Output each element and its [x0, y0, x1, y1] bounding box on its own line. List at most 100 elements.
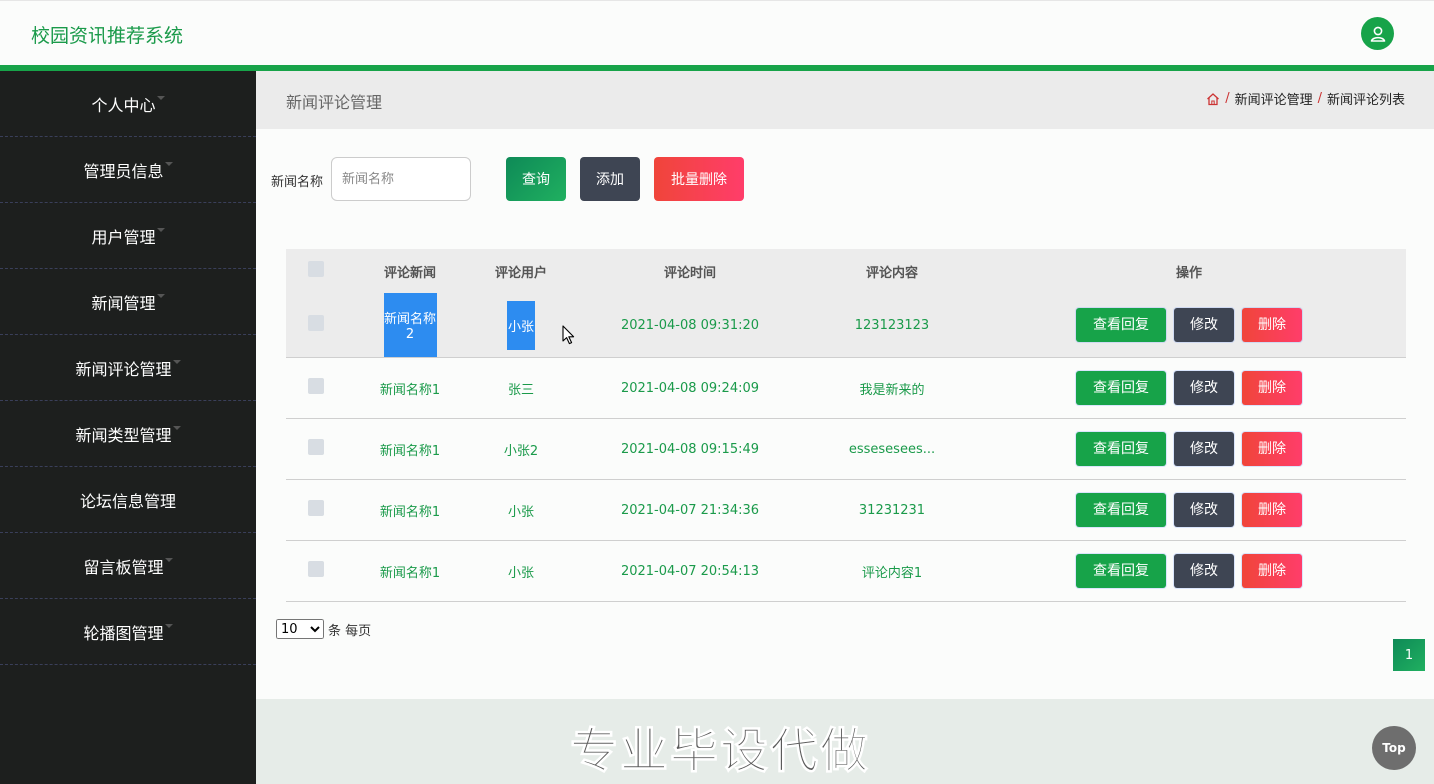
breadcrumb-separator: /: [1225, 91, 1230, 106]
scroll-top-button[interactable]: Top: [1372, 726, 1416, 770]
mouse-cursor-icon: [562, 325, 575, 345]
search-label: 新闻名称: [271, 175, 324, 190]
view-reply-button[interactable]: 查看回复: [1076, 493, 1166, 527]
user-avatar[interactable]: [1361, 17, 1394, 50]
table-row: 新闻名称1 小张 2021-04-07 21:34:36 31231231 查看…: [286, 480, 1406, 541]
table-row: 新闻名称1 小张 2021-04-07 20:54:13 评论内容1 查看回复修…: [286, 541, 1406, 602]
sidebar-item-label: 新闻类型管理: [75, 425, 172, 445]
sidebar-item-label: 新闻管理: [91, 293, 156, 313]
row-checkbox[interactable]: [308, 439, 324, 455]
home-icon[interactable]: [1206, 92, 1220, 106]
comment-table: 评论新闻 评论用户 评论时间 评论内容 操作 新闻名称2 小张 2021-04-…: [286, 249, 1406, 602]
sidebar-item-label: 管理员信息: [83, 161, 164, 181]
column-header-actions: 操作: [1175, 265, 1202, 281]
row-checkbox[interactable]: [308, 378, 324, 394]
breadcrumb-item-news-comment-management[interactable]: 新闻评论管理: [1235, 89, 1313, 108]
view-reply-button[interactable]: 查看回复: [1076, 371, 1166, 405]
edit-button[interactable]: 修改: [1174, 432, 1234, 466]
user-icon: [1370, 26, 1385, 42]
cell-comment-content: 123123123: [854, 317, 930, 333]
query-button[interactable]: 查询: [506, 157, 566, 201]
row-checkbox[interactable]: [308, 315, 324, 331]
edit-button[interactable]: 修改: [1174, 554, 1234, 588]
view-reply-button[interactable]: 查看回复: [1076, 432, 1166, 466]
column-header-comment-content: 评论内容: [865, 265, 918, 281]
sidebar-item-label: 新闻评论管理: [75, 359, 172, 379]
view-reply-button[interactable]: 查看回复: [1076, 308, 1166, 342]
row-checkbox[interactable]: [308, 561, 324, 577]
column-header-comment-news: 评论新闻: [383, 265, 436, 281]
page-title: 新闻评论管理: [286, 93, 383, 112]
breadcrumb-separator: /: [1317, 91, 1322, 106]
sidebar-item-news-comment-management[interactable]: 新闻评论管理: [0, 335, 256, 401]
cell-comment-news: 新闻名称1: [379, 443, 441, 459]
cell-comment-time: 2021-04-07 20:54:13: [620, 563, 760, 579]
cell-comment-news: 新闻名称1: [379, 565, 441, 581]
delete-button[interactable]: 删除: [1242, 308, 1302, 342]
sidebar-item-label: 个人中心: [91, 95, 156, 115]
view-reply-button[interactable]: 查看回复: [1076, 554, 1166, 588]
main-content: 新闻评论管理 / 新闻评论管理 / 新闻评论列表 新闻名称 查询 添加 批量删除…: [256, 71, 1434, 784]
cell-actions: 查看回复 修改 删除: [972, 293, 1406, 358]
sidebar-item-label: 留言板管理: [83, 557, 164, 577]
cell-actions: 查看回复 修改 删除: [972, 358, 1406, 419]
cell-comment-content: 我是新来的: [859, 382, 925, 398]
sidebar-item-label: 轮播图管理: [83, 623, 164, 643]
sidebar-item-message-board-management[interactable]: 留言板管理: [0, 533, 256, 599]
cell-comment-user: 小张: [507, 504, 534, 520]
cell-comment-time: 2021-04-08 09:31:20: [620, 317, 760, 333]
sidebar-item-admin-info[interactable]: 管理员信息: [0, 137, 256, 203]
cell-comment-time: 2021-04-08 09:15:49: [620, 441, 760, 457]
sidebar-item-news-management[interactable]: 新闻管理: [0, 269, 256, 335]
sidebar-item-label: 论坛信息管理: [79, 491, 176, 511]
delete-button[interactable]: 删除: [1242, 554, 1302, 588]
sidebar-item-user-management[interactable]: 用户管理: [0, 203, 256, 269]
table-row: 新闻名称1 小张2 2021-04-08 09:15:49 essesesees…: [286, 419, 1406, 480]
cell-comment-user: 小张: [507, 565, 534, 581]
column-header-comment-time: 评论时间: [663, 265, 716, 281]
table-row: 新闻名称1 张三 2021-04-08 09:24:09 我是新来的 查看回复修…: [286, 358, 1406, 419]
chevron-down-icon: [156, 95, 165, 100]
cell-comment-time: 2021-04-08 09:24:09: [620, 380, 760, 396]
breadcrumb-item-news-comment-list: 新闻评论列表: [1326, 93, 1405, 108]
cell-comment-user: 小张: [507, 300, 535, 350]
sidebar-item-forum-management[interactable]: 论坛信息管理: [0, 467, 256, 533]
delete-button[interactable]: 删除: [1242, 493, 1302, 527]
chevron-down-icon: [156, 293, 165, 298]
cell-comment-content: 31231231: [858, 502, 926, 518]
cell-actions: 查看回复 修改 删除: [972, 541, 1406, 602]
sidebar: 个人中心 管理员信息 用户管理 新闻管理 新闻评论管理 新闻类型管理 论坛信息管…: [0, 71, 256, 784]
page-size-select[interactable]: 10 20 50: [276, 619, 324, 639]
row-checkbox[interactable]: [308, 500, 324, 516]
delete-button[interactable]: 删除: [1242, 432, 1302, 466]
top-bar: 校园资讯推荐系统: [0, 0, 1434, 66]
cell-comment-news: 新闻名称1: [379, 382, 441, 398]
cell-comment-time: 2021-04-07 21:34:36: [620, 502, 760, 518]
page-button-current[interactable]: 1: [1393, 639, 1425, 671]
cell-comment-news: 新闻名称2: [383, 293, 437, 357]
column-header-comment-user: 评论用户: [494, 265, 547, 281]
edit-button[interactable]: 修改: [1174, 493, 1234, 527]
add-button[interactable]: 添加: [580, 157, 640, 201]
chevron-down-icon: [172, 425, 181, 430]
sidebar-item-personal-center[interactable]: 个人中心: [0, 71, 256, 137]
chevron-down-icon: [156, 227, 165, 232]
delete-button[interactable]: 删除: [1242, 371, 1302, 405]
sidebar-item-carousel-management[interactable]: 轮播图管理: [0, 599, 256, 665]
edit-button[interactable]: 修改: [1174, 371, 1234, 405]
batch-delete-button[interactable]: 批量删除: [654, 157, 744, 201]
app-title: 校园资讯推荐系统: [31, 25, 184, 47]
page-size-suffix: 条 每页: [328, 624, 372, 639]
cell-comment-content: 评论内容1: [861, 565, 923, 581]
cell-actions: 查看回复 修改 删除: [972, 480, 1406, 541]
select-all-checkbox[interactable]: [308, 261, 324, 277]
cell-comment-news: 新闻名称1: [379, 504, 441, 520]
page-header: 新闻评论管理 / 新闻评论管理 / 新闻评论列表: [256, 71, 1434, 129]
edit-button[interactable]: 修改: [1174, 308, 1234, 342]
sidebar-item-news-type-management[interactable]: 新闻类型管理: [0, 401, 256, 467]
chevron-down-icon: [172, 359, 181, 364]
table-header-row: 评论新闻 评论用户 评论时间 评论内容 操作: [286, 249, 1406, 293]
cell-comment-user: 小张2: [503, 443, 539, 459]
sidebar-item-label: 用户管理: [91, 227, 156, 247]
search-input[interactable]: [331, 157, 471, 201]
